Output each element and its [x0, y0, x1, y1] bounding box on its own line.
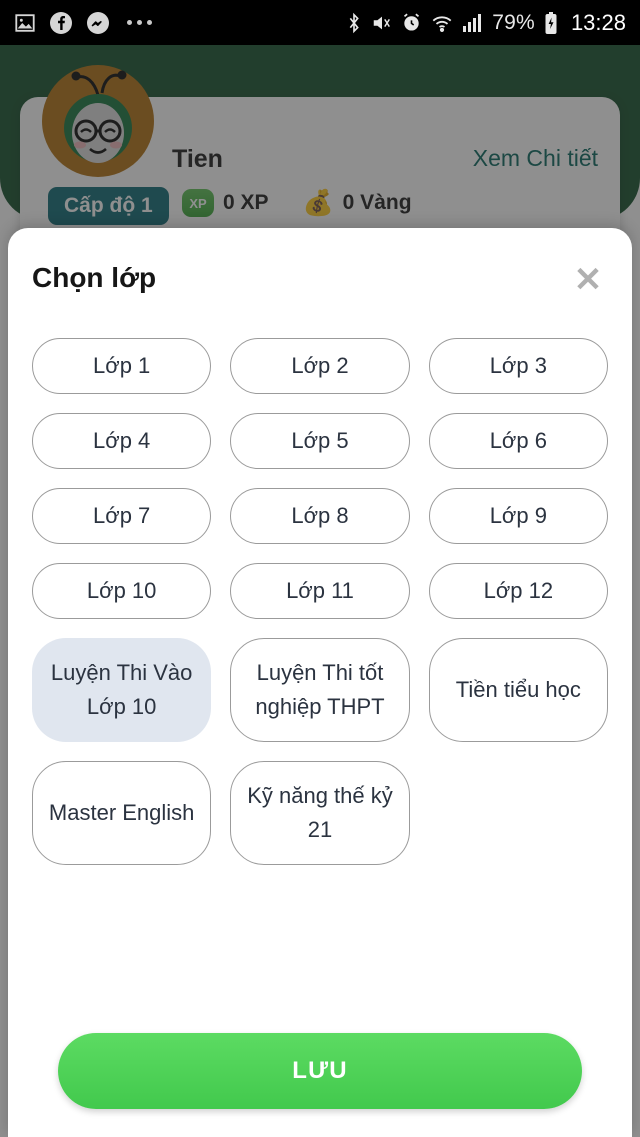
close-icon[interactable]: ✕	[566, 258, 610, 302]
class-option-16[interactable]: Master English	[32, 761, 212, 865]
class-option-9[interactable]: Lớp 9	[428, 488, 608, 544]
messenger-icon	[86, 11, 110, 35]
class-option-7[interactable]: Lớp 7	[32, 488, 212, 544]
cellular-signal-icon	[462, 13, 484, 33]
clock-label: 13:28	[570, 9, 626, 35]
bluetooth-icon	[345, 12, 363, 34]
modal-title: Chọn lớp	[32, 262, 157, 293]
battery-percent-label: 79%	[492, 10, 535, 34]
modal-header: Chọn lớp ✕	[8, 228, 632, 326]
wifi-icon	[430, 12, 454, 34]
facebook-icon	[49, 11, 73, 35]
class-option-12[interactable]: Lớp 12	[428, 563, 608, 619]
save-button[interactable]: LƯU	[58, 1033, 582, 1109]
class-option-10[interactable]: Lớp 10	[32, 563, 212, 619]
class-option-13[interactable]: Luyện Thi Vào Lớp 10	[32, 638, 212, 742]
class-option-2[interactable]: Lớp 2	[230, 338, 410, 394]
class-picker-modal: Chọn lớp ✕ Lớp 1 Lớp 2 Lớp 3 Lớp 4 Lớp 5 Lớp …	[8, 228, 632, 1137]
phone-screen: 79% 13:28 Chọn lớp ✕ Lớp 1 Lớp 2 Lớp 3 L…	[0, 0, 640, 1137]
photo-icon	[14, 12, 36, 34]
status-bar-system: 79% 13:28	[345, 10, 626, 36]
alarm-icon	[401, 12, 422, 33]
class-option-11[interactable]: Lớp 11	[230, 563, 410, 619]
class-option-4[interactable]: Lớp 4	[32, 413, 212, 469]
class-option-14[interactable]: Luyện Thi tốt nghiệp THPT	[230, 638, 410, 742]
status-bar: 79% 13:28	[0, 0, 640, 45]
save-button-container: LƯU	[8, 1033, 632, 1109]
battery-charging-icon	[543, 11, 559, 35]
status-bar-notifications	[14, 11, 152, 35]
overflow-dots-icon	[127, 20, 152, 25]
mute-icon	[371, 12, 393, 34]
class-option-1[interactable]: Lớp 1	[32, 338, 212, 394]
class-option-15[interactable]: Tiền tiểu học	[428, 638, 608, 742]
class-options-grid: Lớp 1 Lớp 2 Lớp 3 Lớp 4 Lớp 5 Lớp 6 Lớp 7 Lớp 8…	[8, 326, 632, 865]
class-option-6[interactable]: Lớp 6	[428, 413, 608, 469]
class-option-8[interactable]: Lớp 8	[230, 488, 410, 544]
class-option-3[interactable]: Lớp 3	[428, 338, 608, 394]
class-option-5[interactable]: Lớp 5	[230, 413, 410, 469]
class-option-17[interactable]: Kỹ năng thế kỷ 21	[230, 761, 410, 865]
